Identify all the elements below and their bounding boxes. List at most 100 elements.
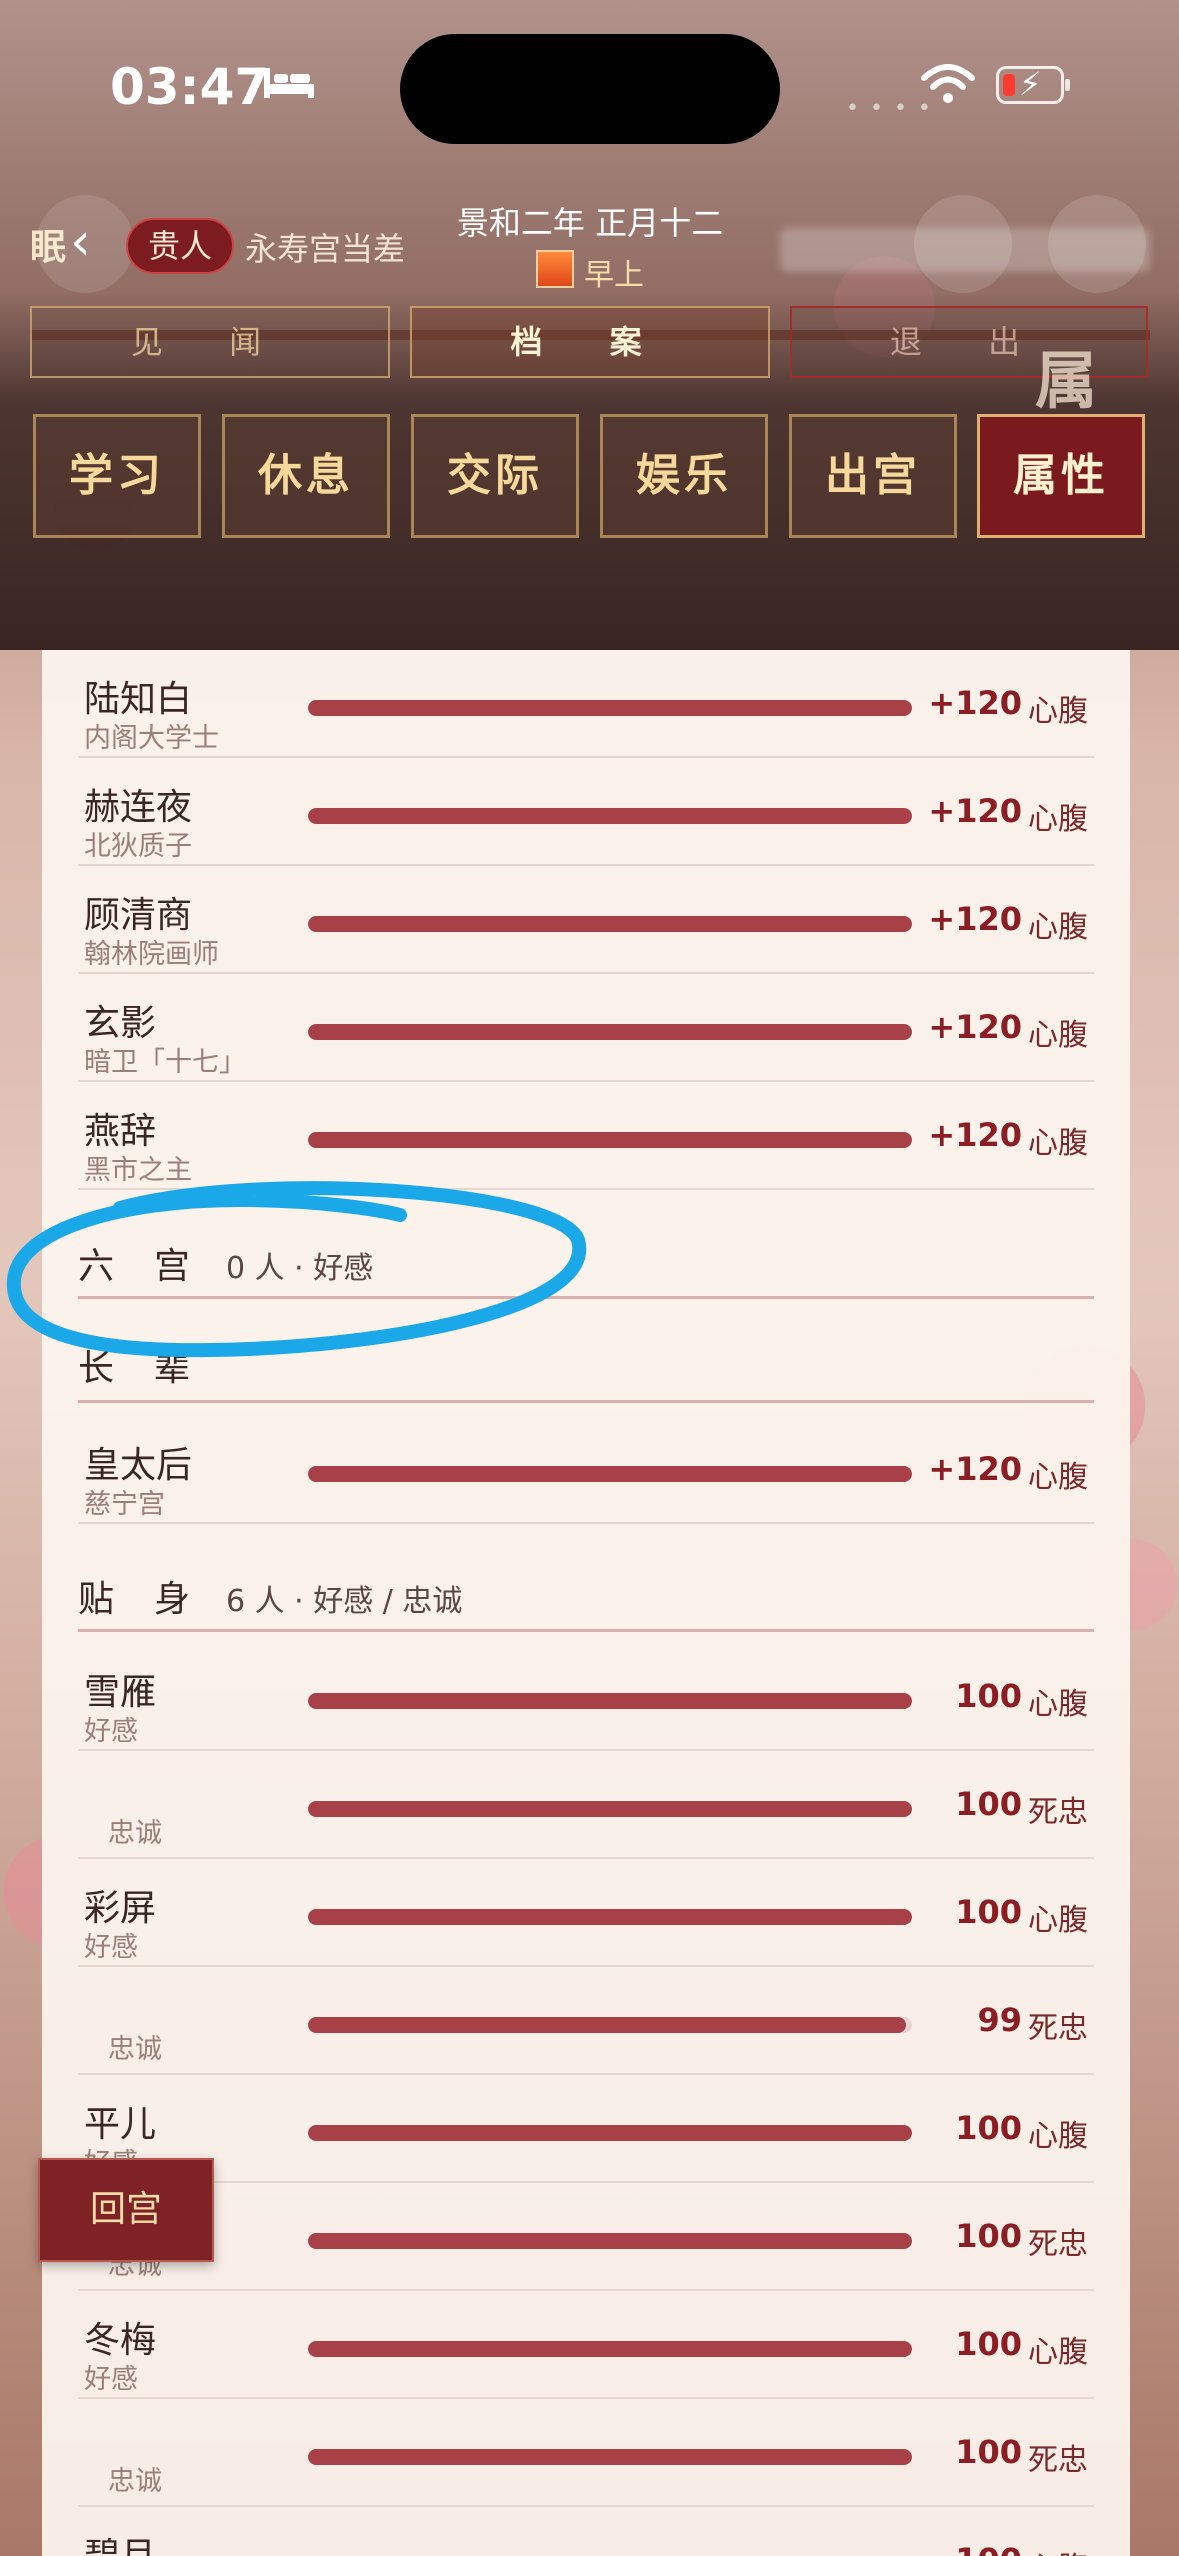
list-item[interactable]: 忠诚 100 死忠: [42, 1751, 1130, 1859]
row-subtitle: 慈宁宫: [84, 1489, 165, 1520]
row-name: 雪雁: [84, 1672, 157, 1713]
progress-bar: [308, 2341, 912, 2357]
list-item[interactable]: 忠诚 99 死忠: [42, 1967, 1130, 2075]
progress-fill: [308, 2017, 906, 2033]
row-value: 100: [955, 1785, 1022, 1823]
row-tag: 死忠: [1028, 2443, 1088, 2478]
row-tag: 心腹: [1028, 1687, 1088, 1722]
list-item[interactable]: 赫连夜 北狄质子 +120 心腹: [42, 758, 1130, 866]
row-name: 皇太后: [84, 1445, 193, 1486]
progress-fill: [308, 2449, 912, 2465]
tab-rest[interactable]: 休息: [222, 414, 390, 538]
row-name: 彩屏: [84, 1888, 157, 1929]
progress-fill: [308, 1466, 912, 1482]
list-item[interactable]: 顾清商 翰林院画师 +120 心腹: [42, 866, 1130, 974]
list-item[interactable]: 彩屏 好感 100 心腹: [42, 1859, 1130, 1967]
status-time: 03:47: [110, 58, 270, 116]
row-name: 顾清商: [84, 895, 193, 936]
list-item[interactable]: 玄影 暗卫「十七」 +120 心腹: [42, 974, 1130, 1082]
row-name: 玄影: [84, 1003, 157, 1044]
progress-fill: [308, 2125, 912, 2141]
list-item[interactable]: 皇太后 慈宁宫 +120 心腹: [42, 1416, 1130, 1524]
section-header-tieshen: 贴身 6 人 · 好感 / 忠诚: [42, 1528, 1130, 1632]
progress-fill: [308, 916, 912, 932]
row-tag: 心腹: [1028, 694, 1088, 729]
list-item[interactable]: 忠诚 100 死忠: [42, 2399, 1130, 2507]
row-value: +120: [928, 1450, 1022, 1488]
progress-fill: [308, 808, 912, 824]
row-tag: 死忠: [1028, 1795, 1088, 1830]
row-value: 100: [955, 1893, 1022, 1931]
row-value: 100: [882, 2541, 1022, 2556]
row-value: 100: [955, 2325, 1022, 2363]
tab-outing[interactable]: 出宫: [789, 414, 957, 538]
row-name: 陆知白: [84, 679, 193, 720]
tab-dangan[interactable]: 档 案: [410, 306, 770, 378]
section-count: 0 人 · 好感: [226, 1251, 374, 1286]
tab-social[interactable]: 交际: [411, 414, 579, 538]
progress-bar: [308, 1132, 912, 1148]
progress-bar: [308, 2017, 912, 2033]
progress-bar: [308, 700, 912, 716]
bed-icon: [264, 68, 314, 98]
progress-fill: [308, 700, 912, 716]
progress-bar: [308, 1801, 912, 1817]
progress-bar: [308, 2233, 912, 2249]
list-item[interactable]: 碧月 100 心腹: [42, 2507, 1130, 2556]
row-name: 赫连夜: [84, 787, 193, 828]
progress-bar: [308, 1909, 912, 1925]
list-item[interactable]: 燕辞 黑市之主 +120 心腹: [42, 1082, 1130, 1190]
tab-entertain[interactable]: 娱乐: [600, 414, 768, 538]
divider: [78, 1400, 1094, 1403]
tab-jianwen[interactable]: 见 闻: [30, 306, 390, 378]
progress-bar: [308, 1024, 912, 1040]
row-value: +120: [928, 1008, 1022, 1046]
row-value: +120: [928, 900, 1022, 938]
row-value: 100: [955, 2433, 1022, 2471]
row-name: 冬梅: [84, 2320, 157, 2361]
progress-bar: [308, 2125, 912, 2141]
post-label: 永寿宫当差: [245, 230, 406, 268]
row-tag: 心腹: [1028, 1126, 1088, 1161]
row-tag: 心腹: [1028, 1018, 1088, 1053]
divider: [78, 1188, 1094, 1190]
relations-panel[interactable]: 陆知白 内阁大学士 +120 心腹 赫连夜 北狄质子 +120 心腹 顾清商 翰…: [42, 650, 1130, 2556]
list-item[interactable]: 冬梅 好感 100 心腹: [42, 2291, 1130, 2399]
progress-fill: [308, 2341, 912, 2357]
list-item[interactable]: 雪雁 好感 100 心腹: [42, 1643, 1130, 1751]
tab-study[interactable]: 学习: [33, 414, 201, 538]
row-tag: 死忠: [1028, 2227, 1088, 2262]
wifi-icon: [921, 64, 975, 103]
section-title: 长辈: [78, 1348, 231, 1389]
row-name: 平儿: [84, 2104, 157, 2145]
row-tag: 心腹: [1028, 1903, 1088, 1938]
row-subtitle: 内阁大学士: [84, 723, 219, 754]
settings-button[interactable]: [1048, 195, 1146, 293]
return-palace-button[interactable]: 回宫: [38, 2158, 214, 2262]
row-value: +120: [928, 1116, 1022, 1154]
list-item[interactable]: 陆知白 内阁大学士 +120 心腹: [42, 650, 1130, 758]
row-tag: 心腹: [1028, 2543, 1088, 2556]
progress-bar: [308, 1466, 912, 1482]
tab-attributes[interactable]: 属性: [977, 414, 1145, 538]
progress-fill: [308, 1132, 912, 1148]
row-value: 100: [955, 1677, 1022, 1715]
menu-button[interactable]: [914, 195, 1012, 293]
battery-charging-icon: ⚡: [996, 65, 1070, 104]
progress-fill: [308, 2233, 912, 2249]
row-subtitle: 忠诚: [108, 2466, 162, 2497]
progress-bar: [308, 808, 912, 824]
rank-badge: 贵人: [126, 218, 235, 274]
section-title: 六宫: [78, 1246, 231, 1287]
row-subtitle: 忠诚: [108, 1818, 162, 1849]
row-tag: 心腹: [1028, 910, 1088, 945]
chevron-left-icon[interactable]: ‹: [70, 212, 91, 272]
row-subtitle: 好感: [84, 1716, 138, 1747]
dynamic-island: [400, 34, 780, 144]
row-tag: 心腹: [1028, 2119, 1088, 2154]
row-subtitle: 忠诚: [108, 2034, 162, 2065]
sunrise-icon: [536, 250, 574, 288]
row-subtitle: 北狄质子: [84, 831, 192, 862]
divider: [78, 1629, 1094, 1632]
progress-bar: [308, 2449, 912, 2465]
